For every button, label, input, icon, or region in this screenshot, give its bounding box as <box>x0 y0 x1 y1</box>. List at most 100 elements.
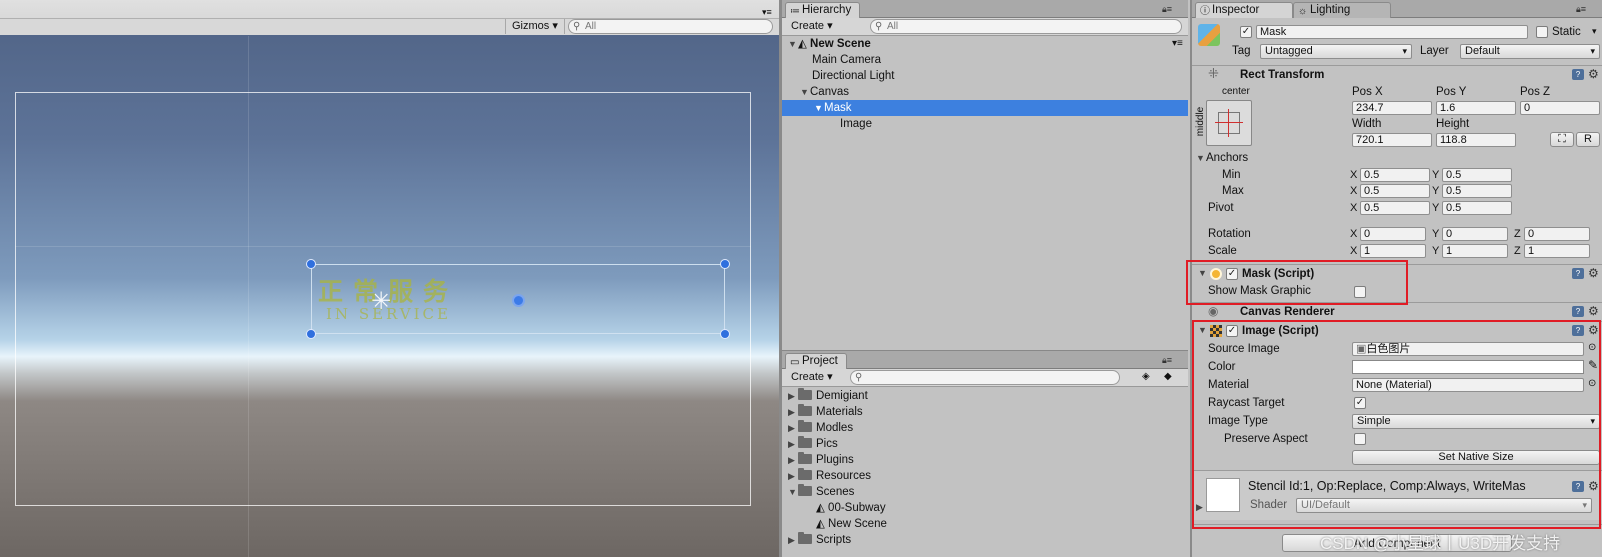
project-folder[interactable]: ▶ Scripts <box>788 532 851 548</box>
project-folder[interactable]: ▶ Resources <box>788 468 871 484</box>
project-search-input[interactable]: ⚲ <box>850 370 1120 385</box>
expand-triangle-icon[interactable]: ▶ <box>788 388 798 404</box>
hierarchy-item-label: Mask <box>824 102 852 114</box>
expand-triangle-icon[interactable]: ▶ <box>788 468 798 484</box>
max-y-field[interactable]: 0.5 <box>1442 184 1512 198</box>
pivot-y-field[interactable]: 0.5 <box>1442 201 1512 215</box>
scene-menu-icon[interactable]: ▾≡ <box>1172 38 1183 49</box>
rect-transform-header[interactable]: ⁜ Rect Transform ? ⚙ <box>1192 65 1602 83</box>
expand-triangle-icon[interactable]: ▼ <box>788 484 798 500</box>
rot-x-field[interactable]: 0 <box>1360 227 1426 241</box>
anchors-label[interactable]: ▼Anchors <box>1196 152 1248 164</box>
static-dropdown-icon[interactable]: ▾ <box>1592 26 1597 37</box>
anchor-preset-red-cross-icon <box>1228 109 1229 137</box>
rot-y-field[interactable]: 0 <box>1442 227 1508 241</box>
anchor-preset-button[interactable] <box>1206 100 1252 146</box>
unity-scene-icon: ◭ <box>798 38 811 50</box>
settings-gear-icon[interactable]: ⚙ <box>1588 304 1599 318</box>
scale-z-field[interactable]: 1 <box>1524 244 1590 258</box>
rect-transform-icon: ⁜ <box>1208 66 1219 81</box>
folder-label: Scenes <box>816 486 855 498</box>
rot-z-field[interactable]: 0 <box>1524 227 1590 241</box>
hierarchy-item-selected[interactable]: ▼Mask <box>782 100 1188 116</box>
pivot-handle[interactable] <box>512 294 525 307</box>
layer-dropdown[interactable]: Default <box>1460 44 1600 59</box>
pivot-x-field[interactable]: 0.5 <box>1360 201 1430 215</box>
expand-triangle-icon[interactable]: ▼ <box>814 100 824 116</box>
tab-inspector[interactable]: ⓘ Inspector <box>1195 2 1293 18</box>
highlight-box-mask-script <box>1186 260 1408 305</box>
scene-file-label: New Scene <box>828 518 887 530</box>
lighting-icon: ☼ <box>1298 6 1308 17</box>
scene-view[interactable]: ▾≡ Gizmos ▾ ⚲ All 正常服务 IN SERVICE ✳ <box>0 0 779 557</box>
rect-handle[interactable] <box>720 259 730 269</box>
expand-triangle-icon[interactable]: ▶ <box>788 436 798 452</box>
gizmos-dropdown[interactable]: Gizmos ▾ <box>505 19 565 34</box>
create-dropdown[interactable]: Create ▾ <box>787 19 837 34</box>
pos-y-field[interactable]: 1.6 <box>1436 101 1516 115</box>
tab-lighting[interactable]: ☼ Lighting <box>1293 2 1391 18</box>
min-x-field[interactable]: 0.5 <box>1360 168 1430 182</box>
help-book-icon[interactable]: ? <box>1572 268 1584 279</box>
project-folder[interactable]: ▶ Materials <box>788 404 863 420</box>
create-label: Create <box>791 371 825 383</box>
tab-project[interactable]: ▭ Project <box>785 353 847 369</box>
settings-gear-icon[interactable]: ⚙ <box>1588 266 1599 280</box>
help-book-icon[interactable]: ? <box>1572 306 1584 317</box>
expand-triangle-icon[interactable]: ▼ <box>800 84 810 100</box>
help-book-icon[interactable]: ? <box>1572 69 1584 80</box>
tab-hierarchy-label: Hierarchy <box>802 4 852 16</box>
static-checkbox[interactable] <box>1536 26 1548 38</box>
rect-handle[interactable] <box>306 259 316 269</box>
hierarchy-item-canvas[interactable]: ▼Canvas <box>800 84 849 100</box>
blueprint-mode-button[interactable]: ⛶ <box>1550 132 1574 147</box>
expand-triangle-icon[interactable]: ▶ <box>788 404 798 420</box>
expand-triangle-icon[interactable]: ▶ <box>788 532 798 548</box>
expand-triangle-icon[interactable]: ▶ <box>788 452 798 468</box>
expand-triangle-icon[interactable]: ▶ <box>788 420 798 436</box>
project-folder[interactable]: ▶ Modles <box>788 420 853 436</box>
hierarchy-item[interactable]: Main Camera <box>812 52 881 68</box>
rect-handle[interactable] <box>306 329 316 339</box>
scale-x-field[interactable]: 1 <box>1360 244 1426 258</box>
rect-handle[interactable] <box>720 329 730 339</box>
project-folder[interactable]: ▼ Scenes <box>788 484 854 500</box>
tab-hierarchy[interactable]: ≔ Hierarchy <box>785 2 861 18</box>
project-folder[interactable]: ▶ Plugins <box>788 452 854 468</box>
lock-icon[interactable]: 🔒︎≡ <box>1162 4 1172 15</box>
project-scene-file[interactable]: ◭ 00-Subway <box>816 500 886 516</box>
object-name-field[interactable]: Mask <box>1256 25 1528 39</box>
panel-menu-icon[interactable]: ▾≡ <box>762 7 772 18</box>
tag-dropdown[interactable]: Untagged <box>1260 44 1412 59</box>
pos-z-field[interactable]: 0 <box>1520 101 1600 115</box>
filter-label-icon[interactable]: ◆ <box>1164 371 1172 382</box>
hierarchy-search-input[interactable]: ⚲ All <box>870 19 1182 34</box>
project-folder[interactable]: ▶ Pics <box>788 436 838 452</box>
lock-icon[interactable]: 🔒︎≡ <box>1162 355 1172 366</box>
min-y-field[interactable]: 0.5 <box>1442 168 1512 182</box>
width-field[interactable]: 720.1 <box>1352 133 1432 147</box>
hierarchy-item[interactable]: Directional Light <box>812 68 894 84</box>
pos-z-label: Pos Z <box>1520 86 1551 98</box>
folder-icon <box>798 420 812 432</box>
pos-x-field[interactable]: 234.7 <box>1352 101 1432 115</box>
project-folder[interactable]: ▶ Demigiant <box>788 388 868 404</box>
project-scene-file[interactable]: ◭ New Scene <box>816 516 887 532</box>
height-field[interactable]: 118.8 <box>1436 133 1516 147</box>
hierarchy-item[interactable]: Image <box>840 116 872 132</box>
max-x-field[interactable]: 0.5 <box>1360 184 1430 198</box>
axis-label: X <box>1350 202 1358 214</box>
create-dropdown[interactable]: Create ▾ <box>787 370 837 385</box>
folder-icon <box>798 452 812 464</box>
raw-edit-button[interactable]: R <box>1576 132 1600 147</box>
hierarchy-tabbar: ≔ Hierarchy 🔒︎≡ <box>782 0 1188 18</box>
scale-y-field[interactable]: 1 <box>1442 244 1508 258</box>
filter-type-icon[interactable]: ◈ <box>1142 371 1150 382</box>
scene-root-item[interactable]: ▼◭ New Scene <box>788 36 1186 52</box>
scene-search-input[interactable]: ⚲ All <box>568 19 773 34</box>
settings-gear-icon[interactable]: ⚙ <box>1588 67 1599 81</box>
expand-triangle-icon[interactable]: ▼ <box>788 36 798 52</box>
active-checkbox[interactable]: ✓ <box>1240 26 1252 38</box>
lock-icon[interactable]: 🔒︎≡ <box>1576 4 1586 15</box>
directional-light-icon[interactable]: ✳ <box>371 287 391 316</box>
